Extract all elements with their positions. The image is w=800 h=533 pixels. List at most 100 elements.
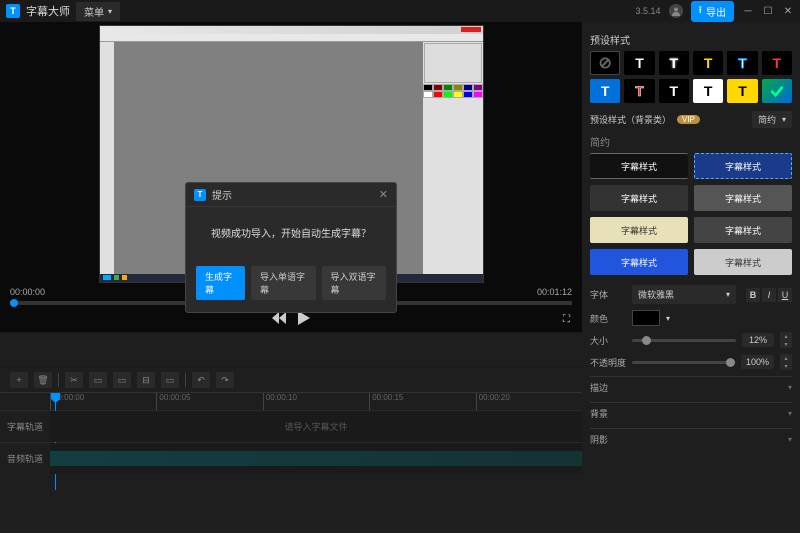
bg-style-dropdown[interactable]: 简约 ▾ (752, 111, 792, 128)
titlebar: T 字幕大师 菜单 ▾ 3.5.14 ⭱ 导出 ─ ☐ ✕ (0, 0, 800, 22)
audio-track-label: 音频轨道 (0, 443, 50, 474)
style-card[interactable]: 字幕样式 (694, 217, 792, 243)
modal-message: 视频成功导入，开始自动生成字幕？ (186, 207, 396, 258)
underline-button[interactable]: U (778, 288, 792, 302)
opacity-label: 不透明度 (590, 356, 626, 369)
split-button[interactable]: ✂ (65, 372, 83, 388)
preset-section-title: 预设样式 (590, 32, 792, 47)
tool-button-3[interactable]: ▭ (161, 372, 179, 388)
bg-dropdown-value: 简约 (758, 113, 776, 126)
size-stepper[interactable]: ▴▾ (780, 332, 792, 348)
chevron-down-icon[interactable]: ▾ (666, 314, 670, 323)
chevron-down-icon: ▾ (108, 7, 112, 16)
subtitle-track-content[interactable]: 请导入字幕文件 (50, 411, 582, 442)
preset-thumb[interactable]: T (727, 79, 757, 103)
timeline-toolbar: + 🗑 ✂ ▭ ▭ ⊟ ▭ ↶ ↷ (0, 368, 582, 392)
preset-thumb[interactable]: T (624, 79, 654, 103)
font-dropdown[interactable]: 微软雅黑 ▾ (632, 285, 736, 304)
user-icon[interactable] (669, 4, 683, 18)
style-card[interactable]: 字幕样式 (590, 153, 688, 179)
import-mono-button[interactable]: 导入单语字幕 (251, 266, 316, 300)
ruler-tick: 00:00:00 (50, 393, 156, 410)
stroke-section[interactable]: 描边 ▾ (590, 376, 792, 398)
audio-track-content[interactable] (50, 443, 582, 474)
current-time: 00:00:00 (10, 287, 45, 297)
size-slider[interactable] (632, 339, 736, 342)
preset-none[interactable]: ⊘ (590, 51, 620, 75)
timeline-area: + 🗑 ✂ ▭ ▭ ⊟ ▭ ↶ ↷ 00:00:00 00:00:05 00:0… (0, 368, 582, 533)
close-button[interactable]: ✕ (782, 6, 794, 17)
app-title: 字幕大师 (26, 3, 70, 19)
vip-badge: VIP (677, 115, 700, 124)
opacity-slider[interactable] (632, 361, 735, 364)
opacity-value[interactable]: 100% (741, 355, 774, 369)
style-card[interactable]: 字幕样式 (590, 217, 688, 243)
tool-button-1[interactable]: ▭ (89, 372, 107, 388)
style-card[interactable]: 字幕样式 (590, 185, 688, 211)
divider (58, 373, 59, 387)
bg-style-label: 预设样式（背景类） (590, 113, 671, 126)
timeline-ruler[interactable]: 00:00:00 00:00:05 00:00:10 00:00:15 00:0… (0, 392, 582, 410)
tool-button-2[interactable]: ▭ (113, 372, 131, 388)
color-swatch[interactable] (632, 310, 660, 326)
preset-thumb[interactable] (762, 79, 792, 103)
chevron-down-icon: ▾ (788, 383, 792, 392)
style-card[interactable]: 字幕样式 (694, 153, 792, 179)
delete-button[interactable]: 🗑 (34, 372, 52, 388)
properties-panel: 预设样式 ⊘ T T T T T T T T T T 预设样式（背景类） VIP… (582, 22, 800, 533)
ruler-tick: 00:00:20 (476, 393, 582, 410)
rewind-button[interactable] (272, 312, 286, 327)
export-icon: ⭱ (699, 3, 703, 20)
app-icon: T (6, 4, 20, 18)
font-value: 微软雅黑 (638, 288, 674, 301)
generate-subtitle-button[interactable]: 生成字幕 (196, 266, 245, 300)
add-button[interactable]: + (10, 372, 28, 388)
total-time: 00:01:12 (537, 287, 572, 297)
menu-button[interactable]: 菜单 ▾ (76, 2, 120, 21)
chevron-down-icon: ▾ (788, 435, 792, 444)
preset-thumb[interactable]: T (693, 79, 723, 103)
ruler-tick: 00:00:15 (369, 393, 475, 410)
shadow-section[interactable]: 阴影 ▾ (590, 428, 792, 450)
background-section[interactable]: 背景 ▾ (590, 402, 792, 424)
play-button[interactable] (298, 311, 310, 328)
subtitle-track-label: 字幕轨道 (0, 411, 50, 442)
divider (185, 373, 186, 387)
size-label: 大小 (590, 334, 626, 347)
preset-thumb[interactable]: T (727, 51, 757, 75)
bold-button[interactable]: B (746, 288, 760, 302)
redo-button[interactable]: ↷ (216, 372, 234, 388)
preset-thumb[interactable]: T (762, 51, 792, 75)
menu-label: 菜单 (84, 4, 104, 19)
font-label: 字体 (590, 288, 626, 301)
maximize-button[interactable]: ☐ (762, 6, 774, 17)
import-bilingual-button[interactable]: 导入双语字幕 (322, 266, 387, 300)
subtitle-track[interactable]: 字幕轨道 请导入字幕文件 (0, 410, 582, 442)
preset-thumb[interactable]: T (693, 51, 723, 75)
stroke-label: 描边 (590, 381, 608, 394)
minimize-button[interactable]: ─ (742, 6, 754, 17)
shadow-label: 阴影 (590, 433, 608, 446)
undo-button[interactable]: ↶ (192, 372, 210, 388)
fullscreen-button[interactable]: ⛶ (563, 314, 570, 325)
style-card[interactable]: 字幕样式 (694, 185, 792, 211)
preset-thumb[interactable]: T (590, 79, 620, 103)
audio-track[interactable]: 音频轨道 (0, 442, 582, 474)
mid-strip (0, 334, 582, 366)
modal-title: 提示 (212, 187, 232, 202)
merge-button[interactable]: ⊟ (137, 372, 155, 388)
preset-thumb[interactable]: T (659, 51, 689, 75)
size-value[interactable]: 12% (742, 333, 774, 347)
italic-button[interactable]: I (762, 288, 776, 302)
style-card[interactable]: 字幕样式 (590, 249, 688, 275)
chevron-down-icon: ▾ (782, 115, 786, 124)
export-label: 导出 (706, 4, 726, 19)
preset-thumb[interactable]: T (624, 51, 654, 75)
style-card[interactable]: 字幕样式 (694, 249, 792, 275)
preset-thumb[interactable]: T (659, 79, 689, 103)
export-button[interactable]: ⭱ 导出 (691, 1, 735, 22)
opacity-stepper[interactable]: ▴▾ (780, 354, 792, 370)
color-label: 颜色 (590, 312, 626, 325)
version-label: 3.5.14 (635, 6, 660, 16)
modal-close-button[interactable]: ✕ (379, 188, 388, 201)
